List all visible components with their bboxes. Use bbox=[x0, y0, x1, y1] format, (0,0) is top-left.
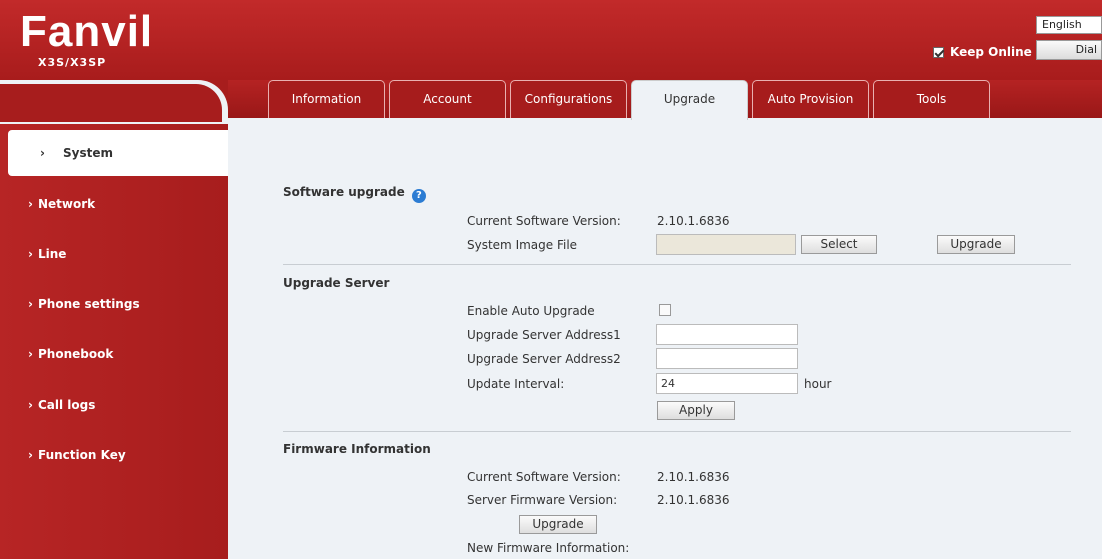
language-select[interactable]: English bbox=[1036, 16, 1102, 34]
firmware-information-title: Firmware Information bbox=[283, 442, 431, 456]
enable-auto-upgrade-checkbox[interactable] bbox=[659, 304, 671, 316]
upgrade-server-address2-label: Upgrade Server Address2 bbox=[467, 352, 621, 366]
enable-auto-upgrade-label: Enable Auto Upgrade bbox=[467, 304, 595, 318]
chevron-right-icon: › bbox=[28, 297, 33, 311]
sidebar-item-label: Network bbox=[38, 197, 96, 211]
server-firmware-version-label: Server Firmware Version: bbox=[467, 493, 618, 507]
sidebar-corner-fill bbox=[0, 84, 222, 122]
section-title-text: Software upgrade bbox=[283, 185, 405, 199]
chevron-right-icon: › bbox=[28, 197, 33, 211]
brand-name: Fanvil bbox=[20, 7, 154, 56]
firmware-current-version-label: Current Software Version: bbox=[467, 470, 621, 484]
model-name: X3S/X3SP bbox=[38, 56, 107, 69]
keep-online-label: Keep Online bbox=[950, 45, 1032, 59]
help-icon[interactable]: ? bbox=[411, 189, 426, 203]
tab-information[interactable]: Information bbox=[268, 80, 385, 118]
system-image-file-label: System Image File bbox=[467, 238, 578, 252]
tab-tools[interactable]: Tools bbox=[873, 80, 990, 118]
keep-online-checkbox[interactable] bbox=[933, 46, 944, 58]
header-bar bbox=[0, 0, 1102, 80]
server-firmware-version-value: 2.10.1.6836 bbox=[657, 493, 730, 507]
sidebar-item-label: Phonebook bbox=[38, 347, 114, 361]
update-interval-unit: hour bbox=[804, 377, 832, 391]
apply-button[interactable]: Apply bbox=[657, 401, 735, 420]
section-divider bbox=[283, 264, 1071, 265]
sidebar-item-label: System bbox=[63, 146, 113, 160]
chevron-right-icon: › bbox=[28, 247, 33, 261]
chevron-right-icon: › bbox=[28, 448, 33, 462]
current-software-version-value: 2.10.1.6836 bbox=[657, 214, 730, 228]
chevron-right-icon: › bbox=[28, 347, 33, 361]
software-upgrade-title: Software upgrade ? bbox=[283, 185, 426, 203]
upgrade-server-address1-label: Upgrade Server Address1 bbox=[467, 328, 621, 342]
system-image-file-field[interactable] bbox=[656, 234, 796, 255]
sidebar-item-call-logs[interactable]: › Call logs bbox=[0, 382, 222, 428]
sidebar-item-phonebook[interactable]: › Phonebook bbox=[0, 331, 222, 377]
sidebar-item-system[interactable]: › System bbox=[8, 130, 228, 176]
upgrade-server-address1-input[interactable] bbox=[656, 324, 798, 345]
update-interval-label: Update Interval: bbox=[467, 377, 565, 391]
select-file-button[interactable]: Select bbox=[801, 235, 877, 254]
current-software-version-label: Current Software Version: bbox=[467, 214, 621, 228]
sidebar-item-label: Function Key bbox=[38, 448, 126, 462]
firmware-current-version-value: 2.10.1.6836 bbox=[657, 470, 730, 484]
sidebar-item-label: Phone settings bbox=[38, 297, 140, 311]
upgrade-server-address2-input[interactable] bbox=[656, 348, 798, 369]
update-interval-input[interactable]: 24 bbox=[656, 373, 798, 394]
dial-button[interactable]: Dial bbox=[1036, 40, 1102, 60]
new-firmware-information-label: New Firmware Information: bbox=[467, 541, 630, 555]
tab-account[interactable]: Account bbox=[389, 80, 506, 118]
upgrade-button[interactable]: Upgrade bbox=[937, 235, 1015, 254]
tab-auto-provision[interactable]: Auto Provision bbox=[752, 80, 869, 118]
sidebar-item-label: Line bbox=[38, 247, 67, 261]
sidebar-item-network[interactable]: › Network bbox=[0, 181, 222, 227]
firmware-upgrade-button[interactable]: Upgrade bbox=[519, 515, 597, 534]
sidebar-item-phone-settings[interactable]: › Phone settings bbox=[0, 281, 222, 327]
chevron-right-icon: › bbox=[40, 146, 45, 160]
sidebar-item-line[interactable]: › Line bbox=[0, 231, 222, 277]
sidebar-item-function-key[interactable]: › Function Key bbox=[0, 432, 222, 478]
keep-online-toggle[interactable]: Keep Online bbox=[933, 45, 1032, 59]
section-divider bbox=[283, 431, 1071, 432]
tab-configurations[interactable]: Configurations bbox=[510, 80, 627, 118]
chevron-right-icon: › bbox=[28, 398, 33, 412]
tab-upgrade[interactable]: Upgrade bbox=[631, 80, 748, 120]
upgrade-server-title: Upgrade Server bbox=[283, 276, 390, 290]
sidebar-item-label: Call logs bbox=[38, 398, 96, 412]
brand-logo: Fanvil X3S/X3SP bbox=[20, 7, 154, 70]
